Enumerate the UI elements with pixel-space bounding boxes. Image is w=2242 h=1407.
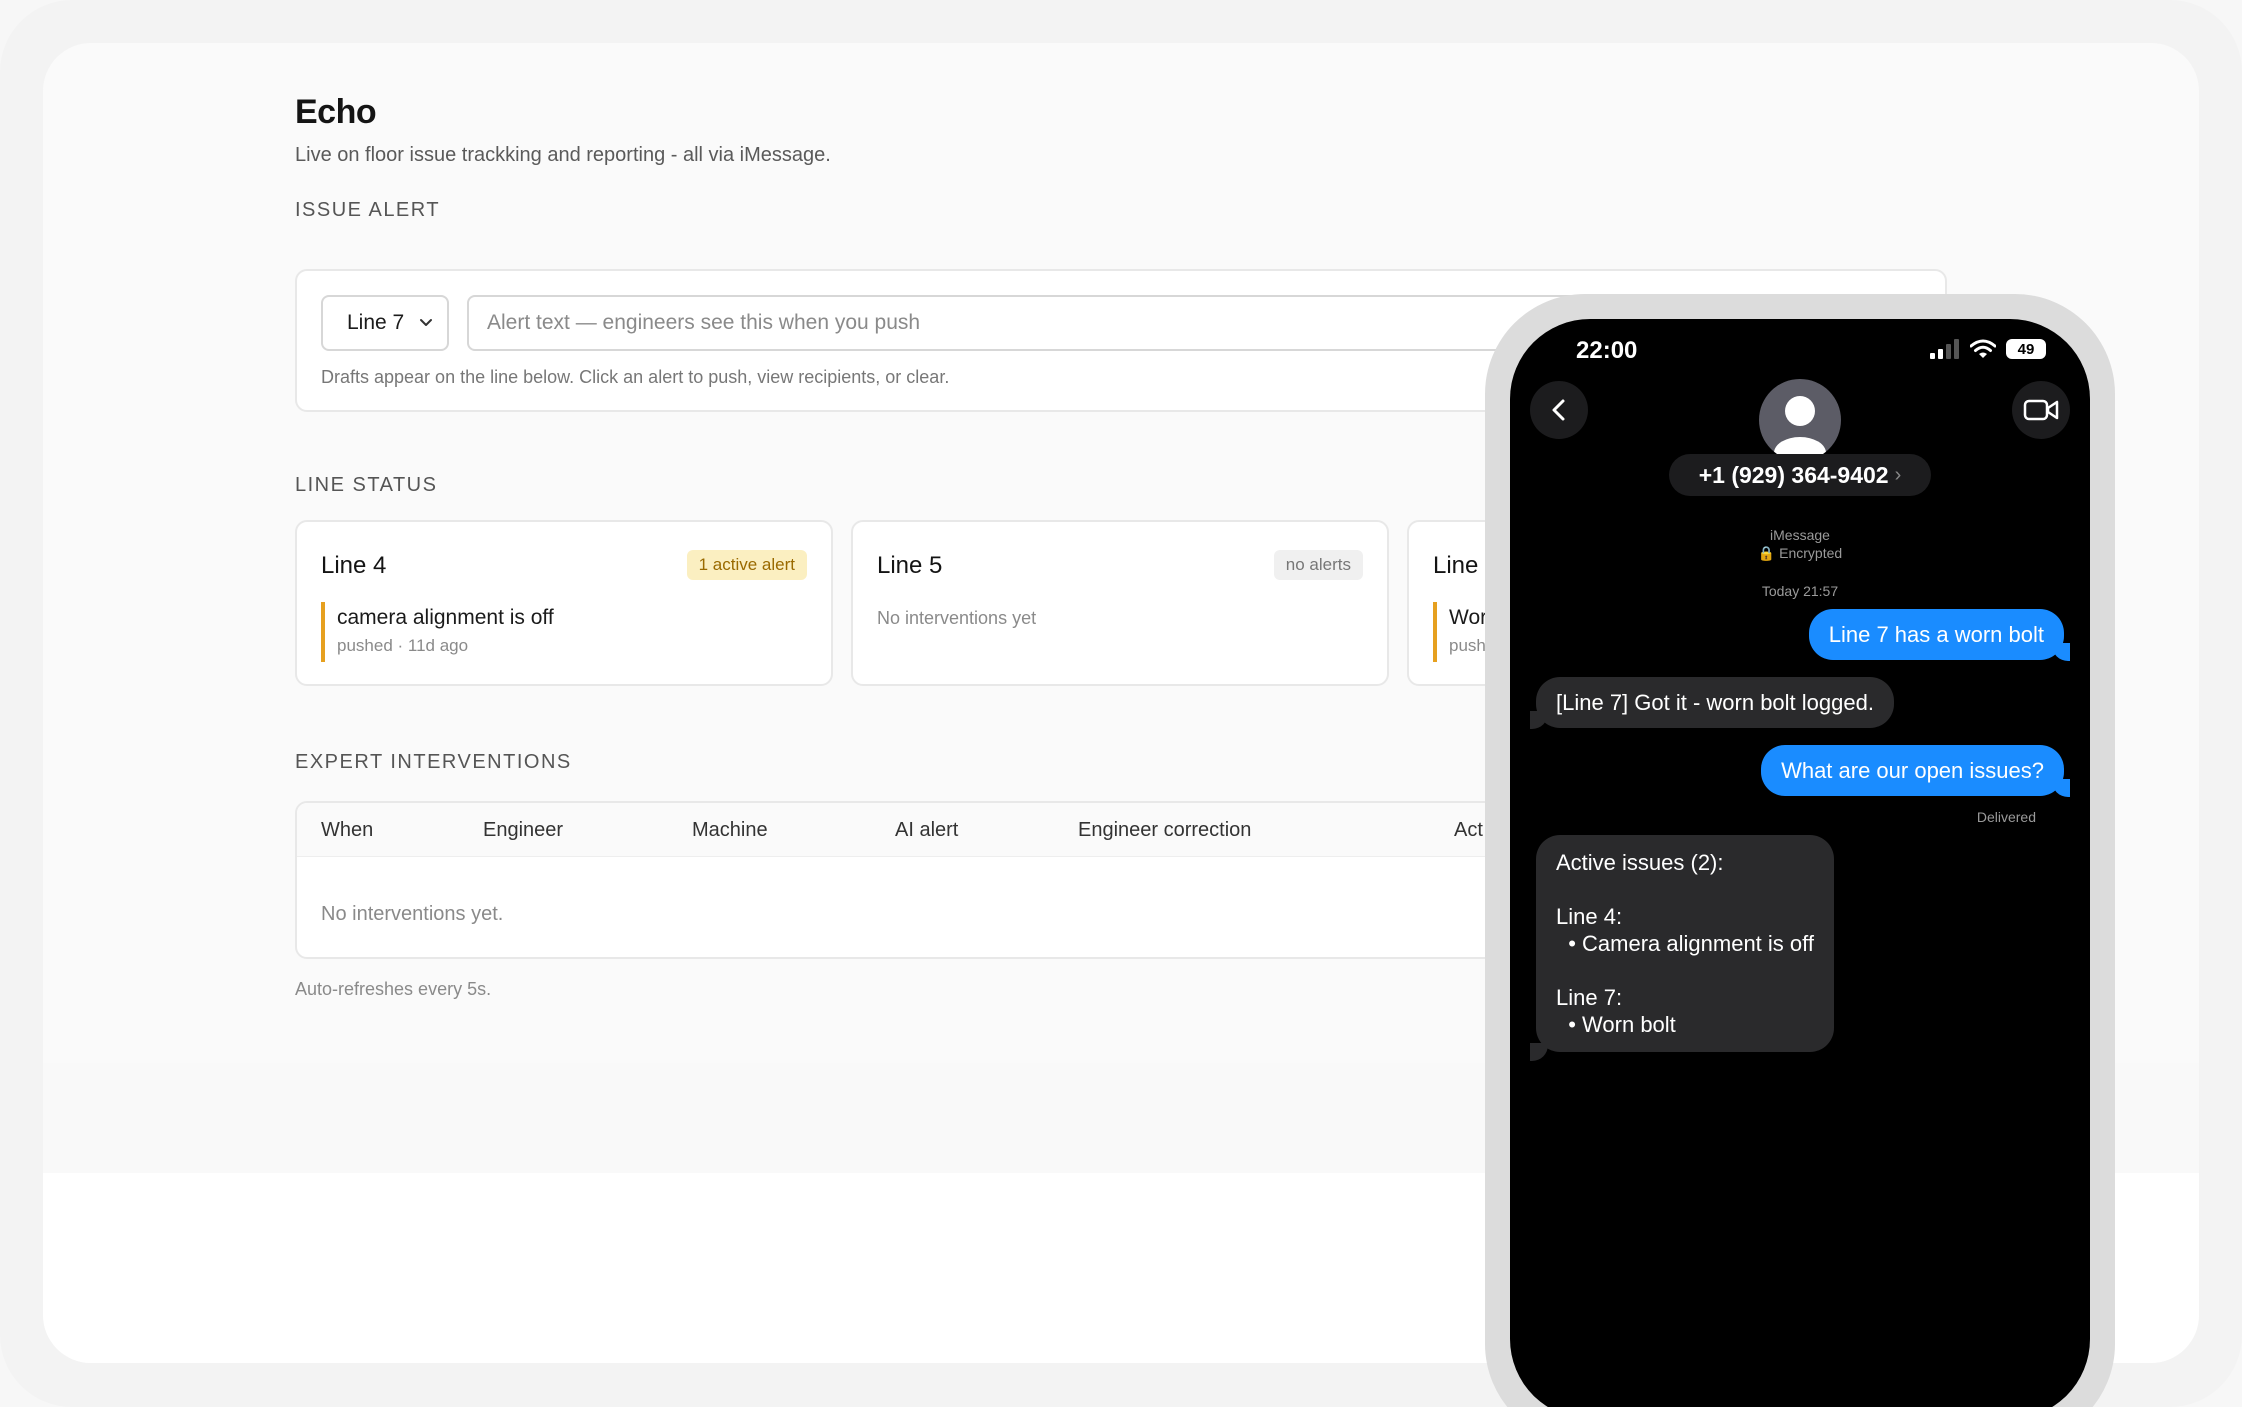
- chevron-down-icon: [420, 319, 432, 326]
- bubble-tail: [1530, 1043, 1548, 1061]
- line-status-card-line-4[interactable]: Line 4 1 active alert camera alignment i…: [295, 520, 833, 686]
- column-header-machine: Machine: [692, 819, 768, 841]
- wifi-icon: [1970, 339, 1996, 358]
- auto-refresh-note: Auto-refreshes every 5s.: [295, 979, 492, 999]
- message-bubble-outgoing[interactable]: What are our open issues?: [1761, 745, 2064, 796]
- column-header-ai-alert: AI alert: [895, 819, 959, 841]
- table-empty-state: No interventions yet.: [321, 903, 504, 925]
- conversation-timestamp: Today 21:57: [1761, 583, 1839, 599]
- message-bubble-incoming[interactable]: Active issues (2): Line 4: • Camera alig…: [1536, 835, 1834, 1052]
- alert-hint: Drafts appear on the line below. Click a…: [321, 367, 950, 387]
- phone-screen: 22:00 49 +1 (929) 364-9402 › iMessage 🔒 …: [1510, 319, 2090, 1407]
- status-badge: no alerts: [1273, 550, 1363, 580]
- line-name: Line 5: [877, 552, 943, 579]
- active-alert-item[interactable]: Wor push: [1433, 602, 1487, 662]
- encryption-text: Encrypted: [1779, 545, 1843, 561]
- status-bar-time: 22:00: [1576, 337, 1638, 364]
- lock-icon: 🔒: [1757, 545, 1776, 561]
- window-frame: Echo Live on floor issue trackking and r…: [0, 0, 2242, 1407]
- column-header-actions: Act: [1454, 819, 1483, 841]
- service-label: iMessage: [1770, 527, 1830, 543]
- alert-title: camera alignment is off: [337, 606, 554, 629]
- person-icon: [1774, 396, 1826, 461]
- column-header-engineer-correction: Engineer correction: [1078, 819, 1252, 841]
- battery-icon: 49: [2006, 339, 2046, 359]
- alert-title: Wor: [1449, 606, 1488, 629]
- line-select-value: Line 7: [347, 311, 405, 334]
- bubble-tail: [2052, 643, 2070, 661]
- section-label-expert-interventions: EXPERT INTERVENTIONS: [295, 751, 572, 773]
- cellular-signal-icon: [1930, 339, 1959, 359]
- column-header-engineer: Engineer: [483, 819, 564, 841]
- line-name: Line 4: [321, 552, 387, 579]
- section-label-line-status: LINE STATUS: [295, 474, 438, 496]
- status-badge: 1 active alert: [686, 550, 807, 580]
- page-subtitle: Live on floor issue trackking and report…: [295, 144, 831, 166]
- chevron-right-icon: ›: [1894, 463, 1902, 486]
- facetime-button[interactable]: [2012, 381, 2070, 439]
- line-name: Line: [1433, 552, 1479, 579]
- section-label-issue-alert: ISSUE ALERT: [295, 199, 441, 221]
- back-button[interactable]: [1530, 381, 1588, 439]
- alert-meta: pushed · 11d ago: [337, 636, 469, 655]
- column-header-when: When: [321, 819, 374, 841]
- alert-meta: push: [1449, 636, 1486, 655]
- line-select[interactable]: Line 7: [321, 295, 449, 351]
- encryption-label: 🔒 Encrypted: [1510, 545, 2090, 562]
- page-title: Echo: [295, 93, 377, 131]
- contact-avatar[interactable]: [1759, 379, 1841, 461]
- message-bubble-incoming[interactable]: [Line 7] Got it - worn bolt logged.: [1536, 677, 1894, 728]
- video-camera-icon: [2023, 399, 2059, 421]
- message-bubble-outgoing[interactable]: Line 7 has a worn bolt: [1808, 609, 2064, 660]
- chevron-left-icon: [1552, 399, 1565, 421]
- active-alert-item[interactable]: camera alignment is off pushed · 11d ago: [321, 602, 554, 662]
- delivered-status: Delivered: [1976, 809, 2036, 825]
- contact-number: +1 (929) 364-9402: [1698, 461, 1889, 488]
- contact-name-pill[interactable]: +1 (929) 364-9402 ›: [1669, 454, 1931, 496]
- bubble-tail: [2052, 779, 2070, 797]
- empty-note: No interventions yet: [877, 608, 1037, 628]
- bubble-tail: [1530, 711, 1548, 729]
- status-bar-icons: 49: [1930, 339, 2046, 359]
- line-status-card-line-5[interactable]: Line 5 no alerts No interventions yet: [851, 520, 1389, 686]
